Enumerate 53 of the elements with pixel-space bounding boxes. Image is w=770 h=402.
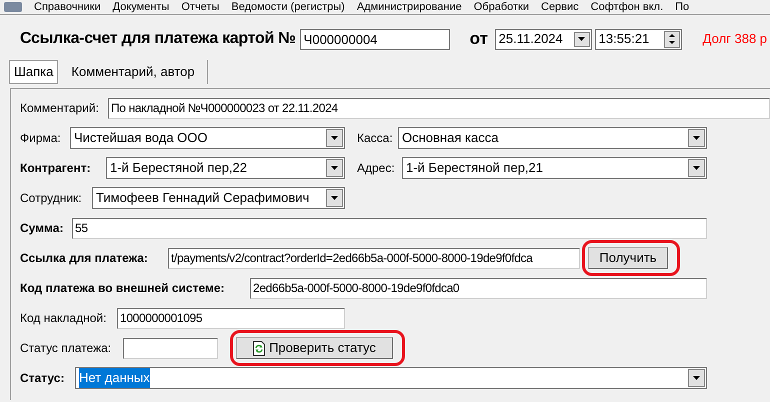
app-icon: [4, 2, 22, 12]
menu-item[interactable]: Администрирование: [356, 0, 462, 14]
button[interactable]: Проверить статус: [236, 337, 393, 359]
field-label: Контрагент:: [20, 160, 92, 177]
menu-item[interactable]: Документы: [112, 0, 170, 14]
dropdown-icon: [688, 369, 705, 387]
field-label: Адрес:: [357, 160, 396, 177]
dropdown-field[interactable]: 1-й Берестяной пер,21: [402, 157, 707, 179]
field-label: Статус платежа:: [20, 340, 112, 357]
field-label: Сотрудник:: [20, 190, 83, 207]
time-field[interactable]: 13:55:21: [594, 28, 682, 50]
field-label: Код платежа во внешней системе:: [20, 280, 226, 297]
menu-item[interactable]: Обработки: [474, 0, 529, 14]
spinner-icon[interactable]: [664, 30, 680, 48]
input-field[interactable]: 55: [72, 218, 707, 238]
field-label: Ссылка для платежа:: [20, 250, 149, 267]
debt-text: Долг 388 р: [702, 30, 768, 48]
field-label: Касса:: [357, 130, 394, 147]
refresh-icon: [253, 340, 266, 356]
dropdown-icon: [326, 159, 343, 177]
dropdown-icon: [688, 159, 705, 177]
tab[interactable]: Шапка: [9, 60, 58, 84]
menu-item[interactable]: Ведомости (регистры): [231, 0, 345, 14]
button[interactable]: Получить: [588, 247, 668, 269]
tab[interactable]: Комментарий, автор: [59, 60, 208, 84]
input-field[interactable]: [123, 338, 218, 358]
date-label: от: [470, 28, 489, 50]
date-field[interactable]: 25.11.2024: [494, 28, 592, 50]
dropdown-icon: [326, 129, 343, 147]
menu-item[interactable]: Отчеты: [181, 0, 220, 14]
input-field[interactable]: t/payments/v2/contract?orderId=2ed66b5a-000f-5000-8000-19de9f0fdca: [168, 248, 580, 268]
form-title: Ссылка-счет для платежа картой №: [20, 29, 296, 49]
field-label: Фирма:: [20, 130, 62, 147]
dropdown-field[interactable]: Чистейшая вода ООО: [70, 127, 345, 149]
dropdown-field[interactable]: Тимофеев Геннадий Серафимович: [92, 187, 345, 209]
field-label: Комментарий:: [20, 100, 100, 117]
number-field[interactable]: Ч000000004: [300, 28, 450, 50]
dropdown-icon: [688, 129, 705, 147]
input-field[interactable]: По накладной №Ч000000023 от 22.11.2024: [108, 98, 770, 118]
dropdown-field[interactable]: Основная касса: [398, 127, 707, 149]
field-label: Сумма:: [20, 220, 64, 237]
menu-item[interactable]: По: [675, 0, 690, 14]
field-label: Код накладной:: [20, 310, 108, 327]
input-field[interactable]: 1000000001095: [117, 308, 345, 328]
dropdown-field[interactable]: Нет данных: [75, 367, 707, 389]
menu-item[interactable]: Софтфон вкл.: [590, 0, 664, 14]
dropdown-icon: [326, 189, 343, 207]
dropdown-icon: [574, 32, 590, 46]
input-field[interactable]: 2ed66b5a-000f-5000-8000-19de9f0fdca0: [250, 278, 707, 298]
menu-item[interactable]: Сервис: [541, 0, 579, 14]
dropdown-field[interactable]: 1-й Берестяной пер,22: [106, 157, 345, 179]
menu-item[interactable]: Справочники: [34, 0, 101, 14]
field-label: Статус:: [20, 370, 66, 387]
